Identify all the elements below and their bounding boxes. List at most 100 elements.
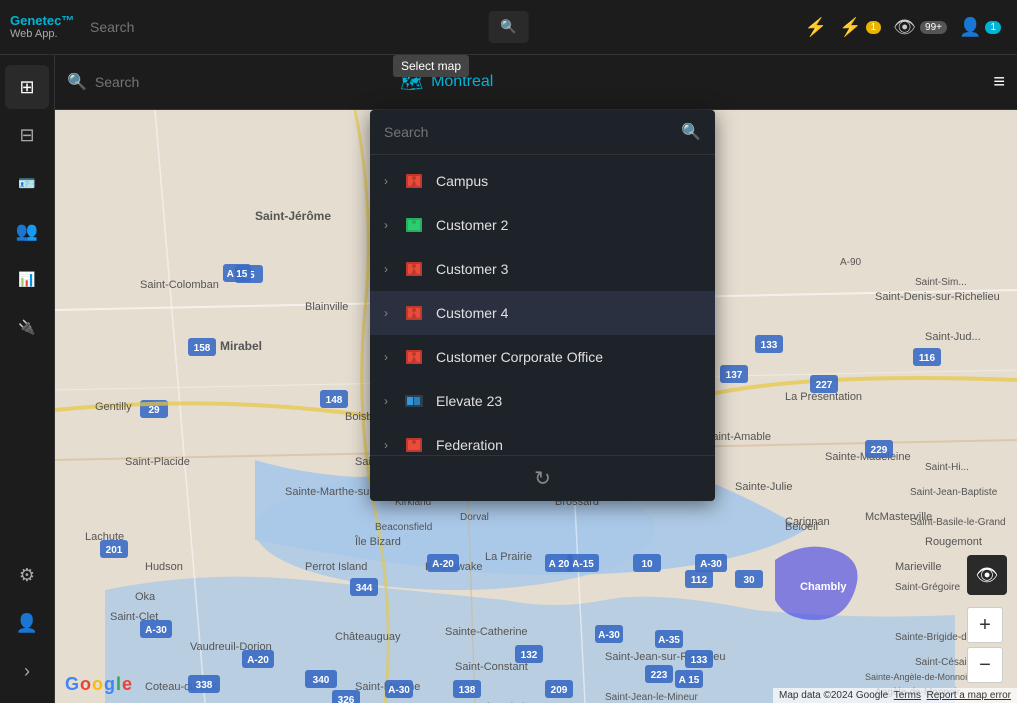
svg-text:Châteauguay: Châteauguay <box>335 631 401 643</box>
svg-text:A-90: A-90 <box>840 257 862 268</box>
dropdown-search-icon: 🔍 <box>681 122 701 142</box>
customer4-label: Customer 4 <box>436 305 508 321</box>
map-data-text: Map data ©2024 Google <box>779 690 888 701</box>
sidebar-item-plugin[interactable]: 🔌 <box>5 305 49 349</box>
dropdown-item-elevate23[interactable]: › Elevate 23 <box>370 379 715 423</box>
svg-text:Marieville: Marieville <box>895 561 941 573</box>
svg-text:A-30: A-30 <box>598 630 620 641</box>
users-icon: 👥 <box>16 221 38 242</box>
customer4-map-icon <box>402 301 426 325</box>
map-header: 🔍 🗺 Montreal ≡ <box>55 55 1017 110</box>
terms-link[interactable]: Terms <box>894 690 921 701</box>
dropdown-item-customer4[interactable]: › Customer 4 <box>370 291 715 335</box>
map-attribution: Map data ©2024 Google Terms Report a map… <box>773 688 1017 703</box>
customer2-label: Customer 2 <box>436 217 508 233</box>
dropdown-list: › Campus › Customer 2 › Customer 3 › <box>370 155 715 455</box>
cameras-button[interactable]: 👁 99+ <box>893 17 947 38</box>
layers-icon: ≡ <box>993 71 1005 93</box>
sidebar-item-account[interactable]: 👤 <box>5 601 49 645</box>
dropdown-item-campus[interactable]: › Campus <box>370 159 715 203</box>
customer-corp-map-icon <box>402 345 426 369</box>
chevron-icon: › <box>384 262 388 276</box>
dropdown-item-customer3[interactable]: › Customer 3 <box>370 247 715 291</box>
user-icon: 👤 <box>959 17 981 38</box>
user-button[interactable]: 👤 1 <box>959 17 1001 38</box>
alerts-button[interactable]: ⚡ 1 <box>839 17 881 38</box>
svg-text:Mirabel: Mirabel <box>220 339 262 353</box>
eye-icon: 👁 <box>976 565 999 586</box>
svg-text:La Prairie: La Prairie <box>485 551 532 563</box>
svg-text:Saint-Jean-le-Mineur: Saint-Jean-le-Mineur <box>605 692 698 703</box>
svg-text:A 15: A 15 <box>227 269 248 280</box>
svg-text:132: 132 <box>521 650 538 661</box>
svg-text:Blainville: Blainville <box>305 301 348 313</box>
svg-text:Saint-Hi...: Saint-Hi... <box>925 462 969 473</box>
svg-text:133: 133 <box>761 340 778 351</box>
map-search-input[interactable] <box>95 74 295 90</box>
svg-text:Saint-Jud...: Saint-Jud... <box>925 331 981 343</box>
cameras-icon: 👁 <box>893 17 916 38</box>
sidebar-item-dashboard[interactable]: ⊞ <box>5 65 49 109</box>
svg-text:Hudson: Hudson <box>145 561 183 573</box>
sidebar-item-settings[interactable]: ⚙ <box>5 553 49 597</box>
sidebar-item-idcard[interactable]: 🪪 <box>5 161 49 205</box>
svg-text:Gentilly: Gentilly <box>95 401 132 413</box>
map-search-area: 🔍 <box>67 72 400 92</box>
chevron-icon: › <box>384 350 388 364</box>
alerts-icon: ⚡ <box>839 17 861 38</box>
sidebar-item-grid[interactable]: ⊟ <box>5 113 49 157</box>
svg-text:Saint-Basile-le-Grand: Saint-Basile-le-Grand <box>910 517 1006 528</box>
svg-text:112: 112 <box>691 575 708 586</box>
alerts-badge: 1 <box>866 21 882 34</box>
dropdown-item-customer2[interactable]: › Customer 2 <box>370 203 715 247</box>
zoom-in-button[interactable]: + <box>967 607 1003 643</box>
svg-text:A-30: A-30 <box>145 625 167 636</box>
sidebar-item-expand[interactable]: › <box>5 649 49 693</box>
eye-toggle-button[interactable]: 👁 <box>967 555 1007 595</box>
zoom-out-button[interactable]: − <box>967 647 1003 683</box>
user-badge: 1 <box>985 21 1001 34</box>
topbar: Genetec™ Web App. 🔍 ⚡ ⚡ 1 👁 99+ 👤 1 <box>0 0 1017 55</box>
settings-icon: ⚙ <box>19 565 35 586</box>
sidebar-bottom: ⚙ 👤 › <box>5 553 49 703</box>
layers-button[interactable]: ≡ <box>493 71 1005 94</box>
svg-text:201: 201 <box>106 545 123 556</box>
svg-text:A-30: A-30 <box>388 685 410 696</box>
select-map-tooltip: Select map <box>393 55 469 77</box>
refresh-icon: ↻ <box>534 468 551 490</box>
svg-text:Rougemont: Rougemont <box>925 536 982 548</box>
svg-text:148: 148 <box>326 395 343 406</box>
topbar-search-area <box>90 19 410 35</box>
svg-text:138: 138 <box>459 685 476 696</box>
report-link[interactable]: Report a map error <box>927 690 1011 701</box>
svg-text:116: 116 <box>919 353 936 364</box>
svg-text:A-20: A-20 <box>247 655 269 666</box>
sidebar-item-charts[interactable]: 📊 <box>5 257 49 301</box>
svg-text:338: 338 <box>196 680 213 691</box>
search-icon: 🔍 <box>500 19 517 34</box>
sidebar-item-users[interactable]: 👥 <box>5 209 49 253</box>
brand-name: Genetec™ <box>10 13 70 29</box>
svg-text:209: 209 <box>551 685 568 696</box>
svg-text:30: 30 <box>743 575 755 586</box>
dropdown-item-federation[interactable]: › Federation <box>370 423 715 455</box>
sidebar: ⊞ ⊟ 🪪 👥 📊 🔌 ⚙ 👤 › <box>0 55 55 703</box>
refresh-button[interactable]: ↻ <box>534 466 551 491</box>
svg-text:A-35: A-35 <box>658 635 680 646</box>
dropdown-footer: ↻ <box>370 455 715 501</box>
dropdown-search-input[interactable] <box>384 124 673 140</box>
svg-text:A-20: A-20 <box>432 559 454 570</box>
select-map-dropdown: 🔍 › Campus › Customer 2 › Customer 3 › <box>370 110 715 501</box>
svg-text:Saint-Constant: Saint-Constant <box>455 661 528 673</box>
dropdown-item-customer-corp[interactable]: › Customer Corporate Office <box>370 335 715 379</box>
identity-button[interactable]: ⚡ <box>805 17 827 38</box>
topbar-search-input[interactable] <box>90 19 410 35</box>
svg-text:229: 229 <box>871 445 888 456</box>
center-search-button[interactable]: 🔍 <box>488 11 529 43</box>
svg-text:A-30: A-30 <box>700 559 722 570</box>
svg-text:Sainte-Julie: Sainte-Julie <box>735 481 792 493</box>
expand-icon: › <box>24 661 30 682</box>
svg-text:Saint-Sim...: Saint-Sim... <box>915 277 967 288</box>
svg-text:Île Bizard: Île Bizard <box>354 535 401 548</box>
dropdown-search-area: 🔍 <box>370 110 715 155</box>
